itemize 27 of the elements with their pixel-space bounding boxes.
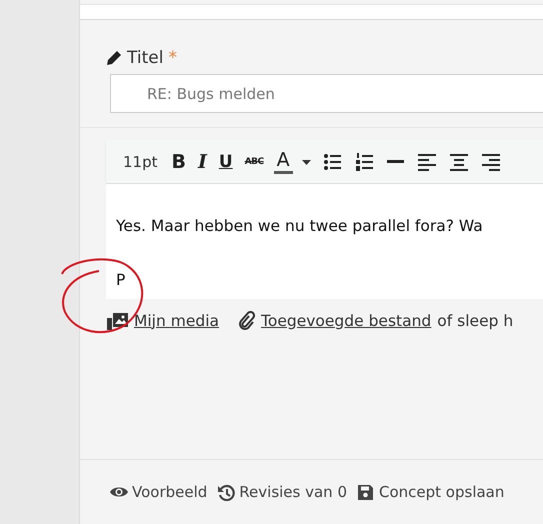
save-icon: [357, 484, 375, 500]
required-mark: *: [168, 48, 177, 68]
paragraph-text: P: [116, 271, 126, 289]
history-icon: [217, 484, 236, 500]
align-center-icon: [450, 152, 468, 170]
drop-hint: of sleep h: [437, 312, 514, 330]
bold-button[interactable]: B: [166, 146, 192, 176]
bulleted-list-icon: [322, 152, 341, 170]
strikethrough-button[interactable]: ABC: [238, 146, 270, 176]
media-icon: [107, 311, 128, 330]
revisions-button[interactable]: Revisies van 0: [217, 483, 347, 501]
paragraph-text: Yes. Maar hebben we nu twee parallel fora? Wa: [116, 217, 483, 235]
pencil-icon: [106, 50, 122, 66]
align-right-icon: [482, 152, 500, 170]
attached-files-link[interactable]: Toegevoegde bestand: [261, 312, 432, 330]
paperclip-icon: [237, 311, 256, 330]
text-color-button[interactable]: A: [274, 149, 293, 174]
media-link[interactable]: Mijn media: [134, 312, 220, 330]
field-label: Titel: [127, 48, 164, 68]
title-input[interactable]: RE: Bugs melden: [110, 74, 543, 113]
underline-button[interactable]: U: [212, 146, 239, 176]
font-size-button[interactable]: 11pt: [117, 146, 166, 176]
preview-button[interactable]: Voorbeeld: [110, 483, 208, 501]
italic-button[interactable]: I: [192, 146, 213, 176]
numbered-list-icon: [354, 152, 373, 170]
save-button[interactable]: Concept opslaan: [357, 483, 504, 501]
align-left-icon: [418, 152, 436, 170]
